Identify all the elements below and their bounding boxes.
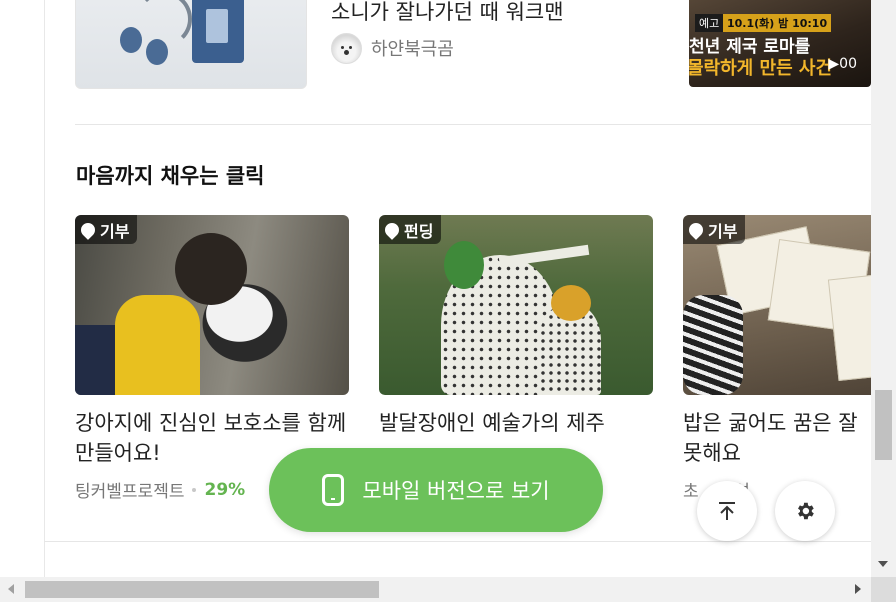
scrollbar-corner bbox=[871, 577, 896, 602]
mobile-version-label: 모바일 버전으로 보기 bbox=[362, 479, 550, 503]
drop-icon bbox=[382, 219, 402, 240]
walkman-thumbnail[interactable] bbox=[75, 0, 307, 89]
vertical-scroll-thumb[interactable] bbox=[875, 390, 892, 460]
card-funding-2[interactable]: 펀딩 발달장애인 예술가의 제주 bbox=[379, 215, 653, 438]
arrow-up-to-top-icon bbox=[719, 502, 735, 520]
badge-label: 펀딩 bbox=[404, 221, 434, 241]
gear-icon bbox=[798, 502, 814, 520]
bottom-divider bbox=[44, 541, 871, 542]
top-article-author[interactable]: 하얀북극곰 bbox=[331, 32, 454, 64]
drop-icon bbox=[78, 219, 98, 240]
card-title[interactable]: 밥은 굶어도 꿈은 잘 못해요 bbox=[683, 408, 871, 468]
card-title[interactable]: 발달장애인 예술가의 제주 bbox=[379, 408, 653, 438]
card-org: 초 bbox=[683, 482, 699, 502]
section-divider bbox=[75, 124, 871, 125]
video-caption-line2: 몰락하게 만든 사건 bbox=[689, 58, 833, 79]
play-icon: ▶00 bbox=[828, 56, 857, 72]
section-title: 마음까지 채우는 클릭 bbox=[76, 164, 265, 188]
scroll-right-arrow-icon[interactable] bbox=[855, 584, 861, 594]
video-thumbnail[interactable]: 예고 10.1(화) 밤 10:10 천년 제국 로마를 몰락하게 만든 사건 … bbox=[689, 0, 871, 87]
top-article-title[interactable]: 소니가 잘나가던 때 워크맨 bbox=[331, 0, 564, 26]
meta-separator bbox=[192, 487, 197, 492]
card-org: 팅커벨프로젝트 bbox=[75, 482, 185, 502]
video-tag-preview: 예고 bbox=[695, 14, 724, 32]
walkman-device bbox=[192, 0, 244, 63]
card-image[interactable]: 기부 bbox=[75, 215, 349, 395]
author-name: 하얀북극곰 bbox=[371, 39, 454, 60]
drop-icon bbox=[686, 219, 706, 240]
card-badge: 기부 bbox=[75, 215, 138, 244]
left-divider bbox=[44, 0, 45, 577]
headphone-cup-right bbox=[146, 39, 168, 65]
horizontal-scroll-thumb[interactable] bbox=[25, 581, 379, 598]
headphone-cup-left bbox=[120, 27, 142, 53]
video-tag-schedule: 10.1(화) 밤 10:10 bbox=[723, 14, 832, 32]
phone-icon bbox=[322, 474, 345, 506]
card-donation-3[interactable]: 기부 밥은 굶어도 꿈은 잘 못해요 초 달성 bbox=[683, 215, 871, 502]
scroll-to-top-button[interactable] bbox=[697, 481, 757, 541]
avatar bbox=[331, 32, 362, 64]
scroll-left-arrow-icon[interactable] bbox=[8, 584, 14, 594]
badge-label: 기부 bbox=[708, 221, 738, 241]
card-badge: 펀딩 bbox=[379, 215, 442, 244]
headphone-cable bbox=[136, 0, 192, 47]
mobile-version-button[interactable]: 모바일 버전으로 보기 bbox=[269, 448, 603, 532]
page: 소니가 잘나가던 때 워크맨 하얀북극곰 예고 10.1(화) 밤 10:10 … bbox=[0, 0, 871, 577]
card-badge: 기부 bbox=[683, 215, 746, 244]
badge-label: 기부 bbox=[100, 221, 130, 241]
card-percent: 29% bbox=[204, 479, 246, 500]
settings-button[interactable] bbox=[775, 481, 835, 541]
vertical-scrollbar[interactable] bbox=[871, 0, 896, 577]
card-image[interactable]: 펀딩 bbox=[379, 215, 653, 395]
horizontal-scrollbar[interactable] bbox=[0, 577, 871, 602]
scroll-down-arrow-icon[interactable] bbox=[878, 561, 888, 567]
card-image[interactable]: 기부 bbox=[683, 215, 871, 395]
video-overflow-text: 00 bbox=[839, 56, 857, 72]
